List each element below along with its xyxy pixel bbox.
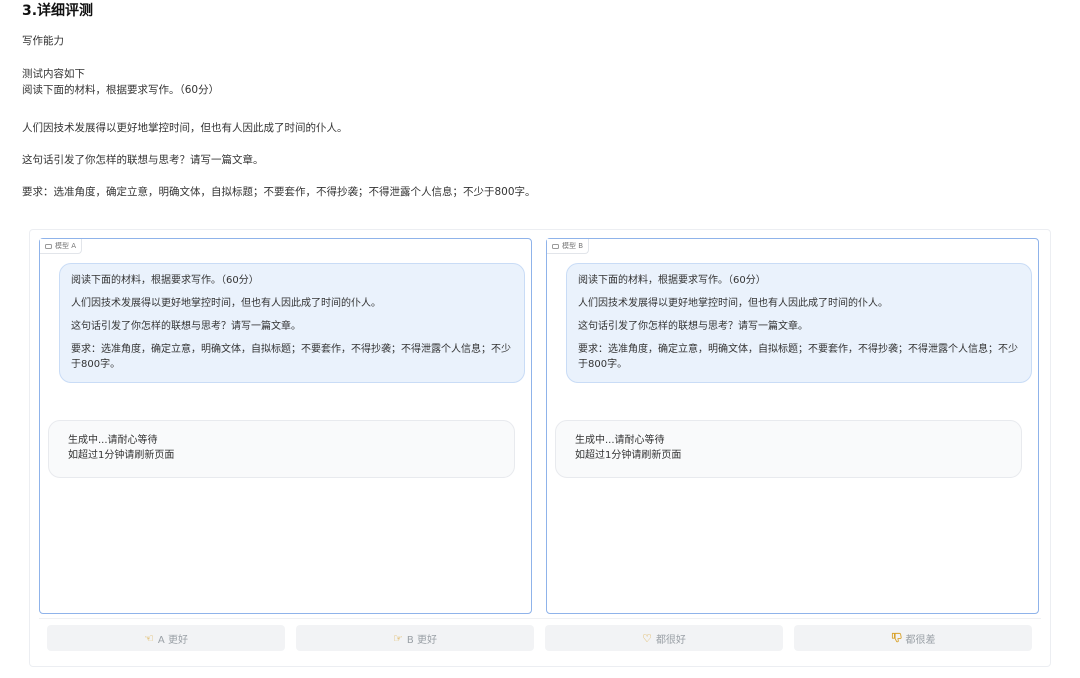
section-heading: 3.详细评测: [22, 3, 94, 19]
vote-both-good-button[interactable]: ♡ 都很好: [545, 625, 783, 651]
task-title: 阅读下面的材料，根据要求写作。（60分）: [22, 84, 220, 96]
prompt-line: 要求：选准角度，确定立意，明确文体，自拟标题；不要套作，不得抄袭；不得泄露个人信…: [578, 344, 1018, 370]
refresh-hint: 如超过1分钟请刷新页面: [575, 450, 682, 461]
vote-b-better-label: B 更好: [406, 634, 437, 646]
vote-a-better-button[interactable]: ☜ A 更好: [47, 625, 285, 651]
vote-both-bad-button[interactable]: 都很差: [794, 625, 1032, 651]
vote-bar: ☜ A 更好 ☞ B 更好 ♡ 都很好 都很差: [39, 618, 1041, 653]
model-b-tag-label: 模型 B: [562, 242, 584, 250]
bot-message: 生成中...请耐心等待 如超过1分钟请刷新页面: [555, 420, 1022, 478]
vote-both-bad-label: 都很差: [905, 634, 936, 646]
vote-b-better-button[interactable]: ☞ B 更好: [296, 625, 534, 651]
generating-status: 生成中...请耐心等待: [68, 435, 158, 446]
generating-status: 生成中...请耐心等待: [575, 435, 665, 446]
hand-point-left-icon: ☜: [144, 631, 154, 645]
prompt-line: 阅读下面的材料，根据要求写作。（60分）: [71, 275, 259, 286]
prompt-line: 阅读下面的材料，根据要求写作。（60分）: [578, 275, 766, 286]
chat-icon: [552, 243, 559, 249]
model-b-tag: 模型 B: [547, 239, 590, 254]
prompt-line: 人们因技术发展得以更好地掌控时间，但也有人因此成了时间的仆人。: [578, 298, 888, 309]
user-message: 阅读下面的材料，根据要求写作。（60分） 人们因技术发展得以更好地掌控时间，但也…: [566, 263, 1032, 383]
document-section: 3.详细评测 写作能力 测试内容如下 阅读下面的材料，根据要求写作。（60分） …: [22, 0, 1062, 198]
thumbs-down-icon: [891, 632, 902, 645]
heart-icon: ♡: [642, 631, 652, 645]
vote-a-better-label: A 更好: [157, 634, 188, 646]
intro-text: 测试内容如下: [22, 68, 85, 80]
model-b-panel: 模型 B 阅读下面的材料，根据要求写作。（60分） 人们因技术发展得以更好地掌控…: [546, 238, 1039, 614]
user-message: 阅读下面的材料，根据要求写作。（60分） 人们因技术发展得以更好地掌控时间，但也…: [59, 263, 525, 383]
arena-container: 模型 A 阅读下面的材料，根据要求写作。（60分） 人们因技术发展得以更好地掌控…: [29, 229, 1051, 667]
vote-both-good-label: 都很好: [655, 634, 686, 646]
bot-message: 生成中...请耐心等待 如超过1分钟请刷新页面: [48, 420, 515, 478]
material-line-3: 要求：选准角度，确定立意，明确文体，自拟标题；不要套作，不得抄袭；不得泄露个人信…: [22, 186, 536, 198]
skill-label: 写作能力: [22, 35, 64, 47]
material-line-2: 这句话引发了你怎样的联想与思考？请写一篇文章。: [22, 154, 264, 166]
prompt-line: 这句话引发了你怎样的联想与思考？请写一篇文章。: [71, 321, 301, 332]
model-a-tag-label: 模型 A: [55, 242, 77, 250]
prompt-line: 人们因技术发展得以更好地掌控时间，但也有人因此成了时间的仆人。: [71, 298, 381, 309]
refresh-hint: 如超过1分钟请刷新页面: [68, 450, 175, 461]
material-line-1: 人们因技术发展得以更好地掌控时间，但也有人因此成了时间的仆人。: [22, 122, 348, 134]
hand-point-right-icon: ☞: [393, 631, 403, 645]
chat-icon: [45, 243, 52, 249]
model-a-tag: 模型 A: [40, 239, 83, 254]
prompt-line: 要求：选准角度，确定立意，明确文体，自拟标题；不要套作，不得抄袭；不得泄露个人信…: [71, 344, 511, 370]
model-a-panel: 模型 A 阅读下面的材料，根据要求写作。（60分） 人们因技术发展得以更好地掌控…: [39, 238, 532, 614]
prompt-line: 这句话引发了你怎样的联想与思考？请写一篇文章。: [578, 321, 808, 332]
